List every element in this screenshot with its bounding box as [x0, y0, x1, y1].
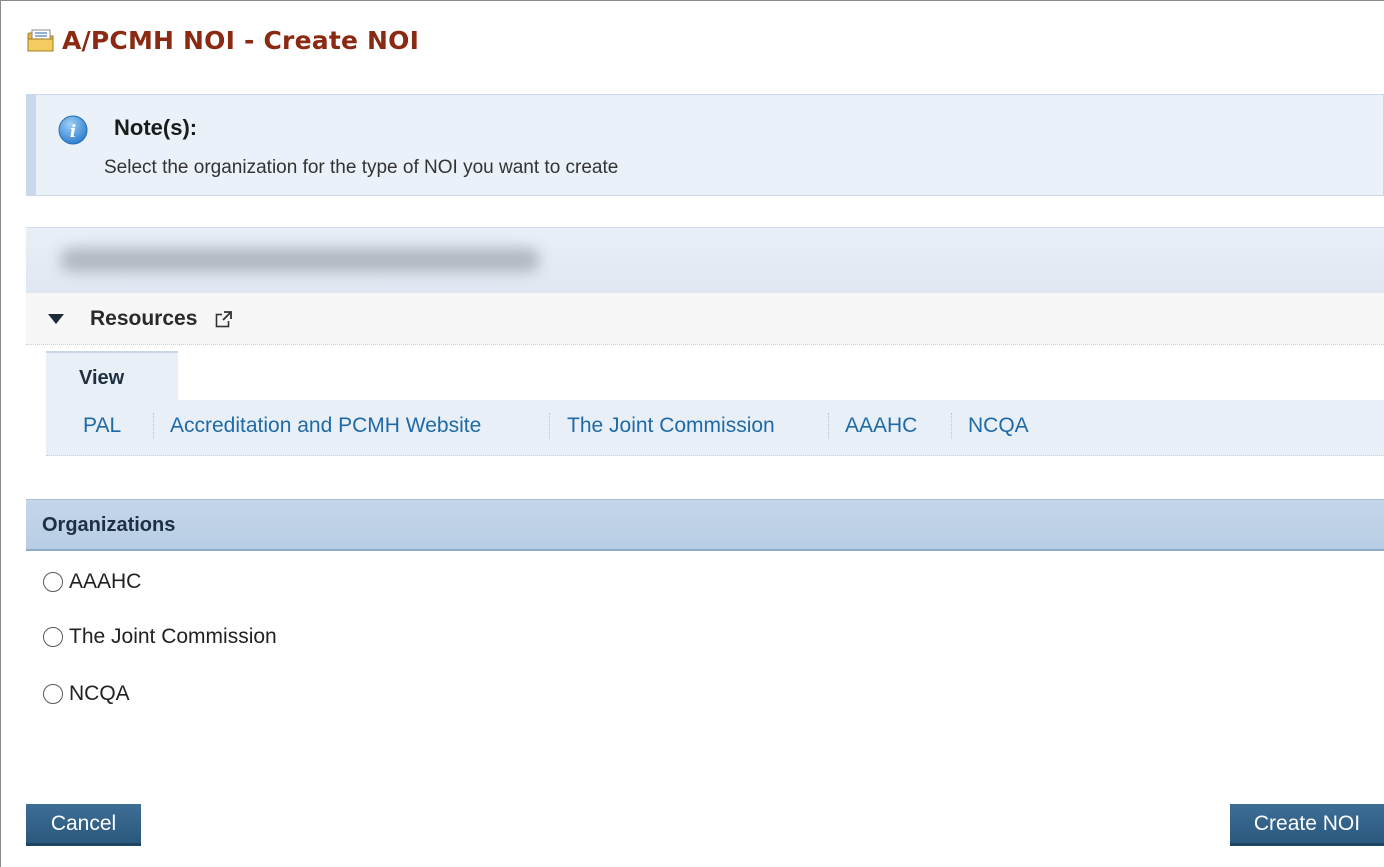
organizations-title: Organizations: [42, 514, 176, 536]
folder-icon: [27, 29, 54, 52]
resources-panel: View PAL Accreditation and PCMH Website …: [26, 345, 1384, 457]
org-option-aaahc[interactable]: AAAHC: [43, 569, 141, 595]
radio-label: The Joint Commission: [69, 625, 277, 648]
redacted-text: [60, 248, 540, 272]
radio-label: NCQA: [69, 682, 130, 705]
resource-links: PAL Accreditation and PCMH Website The J…: [46, 400, 1384, 456]
link-aaahc[interactable]: AAAHC: [845, 414, 917, 438]
link-separator: [828, 413, 829, 439]
note-heading: Note(s):: [114, 115, 198, 140]
note-box: i Note(s): Select the organization for t…: [26, 94, 1384, 196]
note-text: Select the organization for the type of …: [104, 157, 619, 178]
link-ncqa[interactable]: NCQA: [968, 414, 1029, 438]
external-link-icon[interactable]: [215, 309, 234, 328]
link-pal[interactable]: PAL: [83, 414, 121, 438]
tab-view[interactable]: View: [46, 351, 178, 400]
radio-button[interactable]: [43, 627, 63, 647]
frame-border-top: [0, 0, 1384, 1]
create-noi-button[interactable]: Create NOI: [1230, 804, 1384, 846]
redacted-info-bar: [26, 227, 1384, 293]
org-option-joint-commission[interactable]: The Joint Commission: [43, 624, 277, 650]
radio-button[interactable]: [43, 572, 63, 592]
link-joint-commission[interactable]: The Joint Commission: [567, 414, 775, 438]
caret-down-icon: [48, 313, 64, 324]
svg-text:i: i: [70, 122, 76, 142]
link-separator: [153, 413, 154, 439]
info-icon: i: [58, 115, 88, 145]
page-header: A/PCMH NOI - Create NOI: [26, 22, 419, 58]
link-separator: [549, 413, 550, 439]
page-title: A/PCMH NOI - Create NOI: [62, 25, 420, 55]
resources-toggle[interactable]: Resources: [26, 293, 1384, 345]
link-accreditation-website[interactable]: Accreditation and PCMH Website: [170, 414, 481, 438]
org-option-ncqa[interactable]: NCQA: [43, 681, 130, 707]
resources-label: Resources: [90, 306, 198, 330]
cancel-button[interactable]: Cancel: [26, 804, 141, 846]
radio-label: AAAHC: [69, 570, 142, 593]
link-separator: [951, 413, 952, 439]
organizations-header: Organizations: [26, 499, 1384, 551]
frame-border-left: [0, 0, 1, 867]
radio-button[interactable]: [43, 684, 63, 704]
